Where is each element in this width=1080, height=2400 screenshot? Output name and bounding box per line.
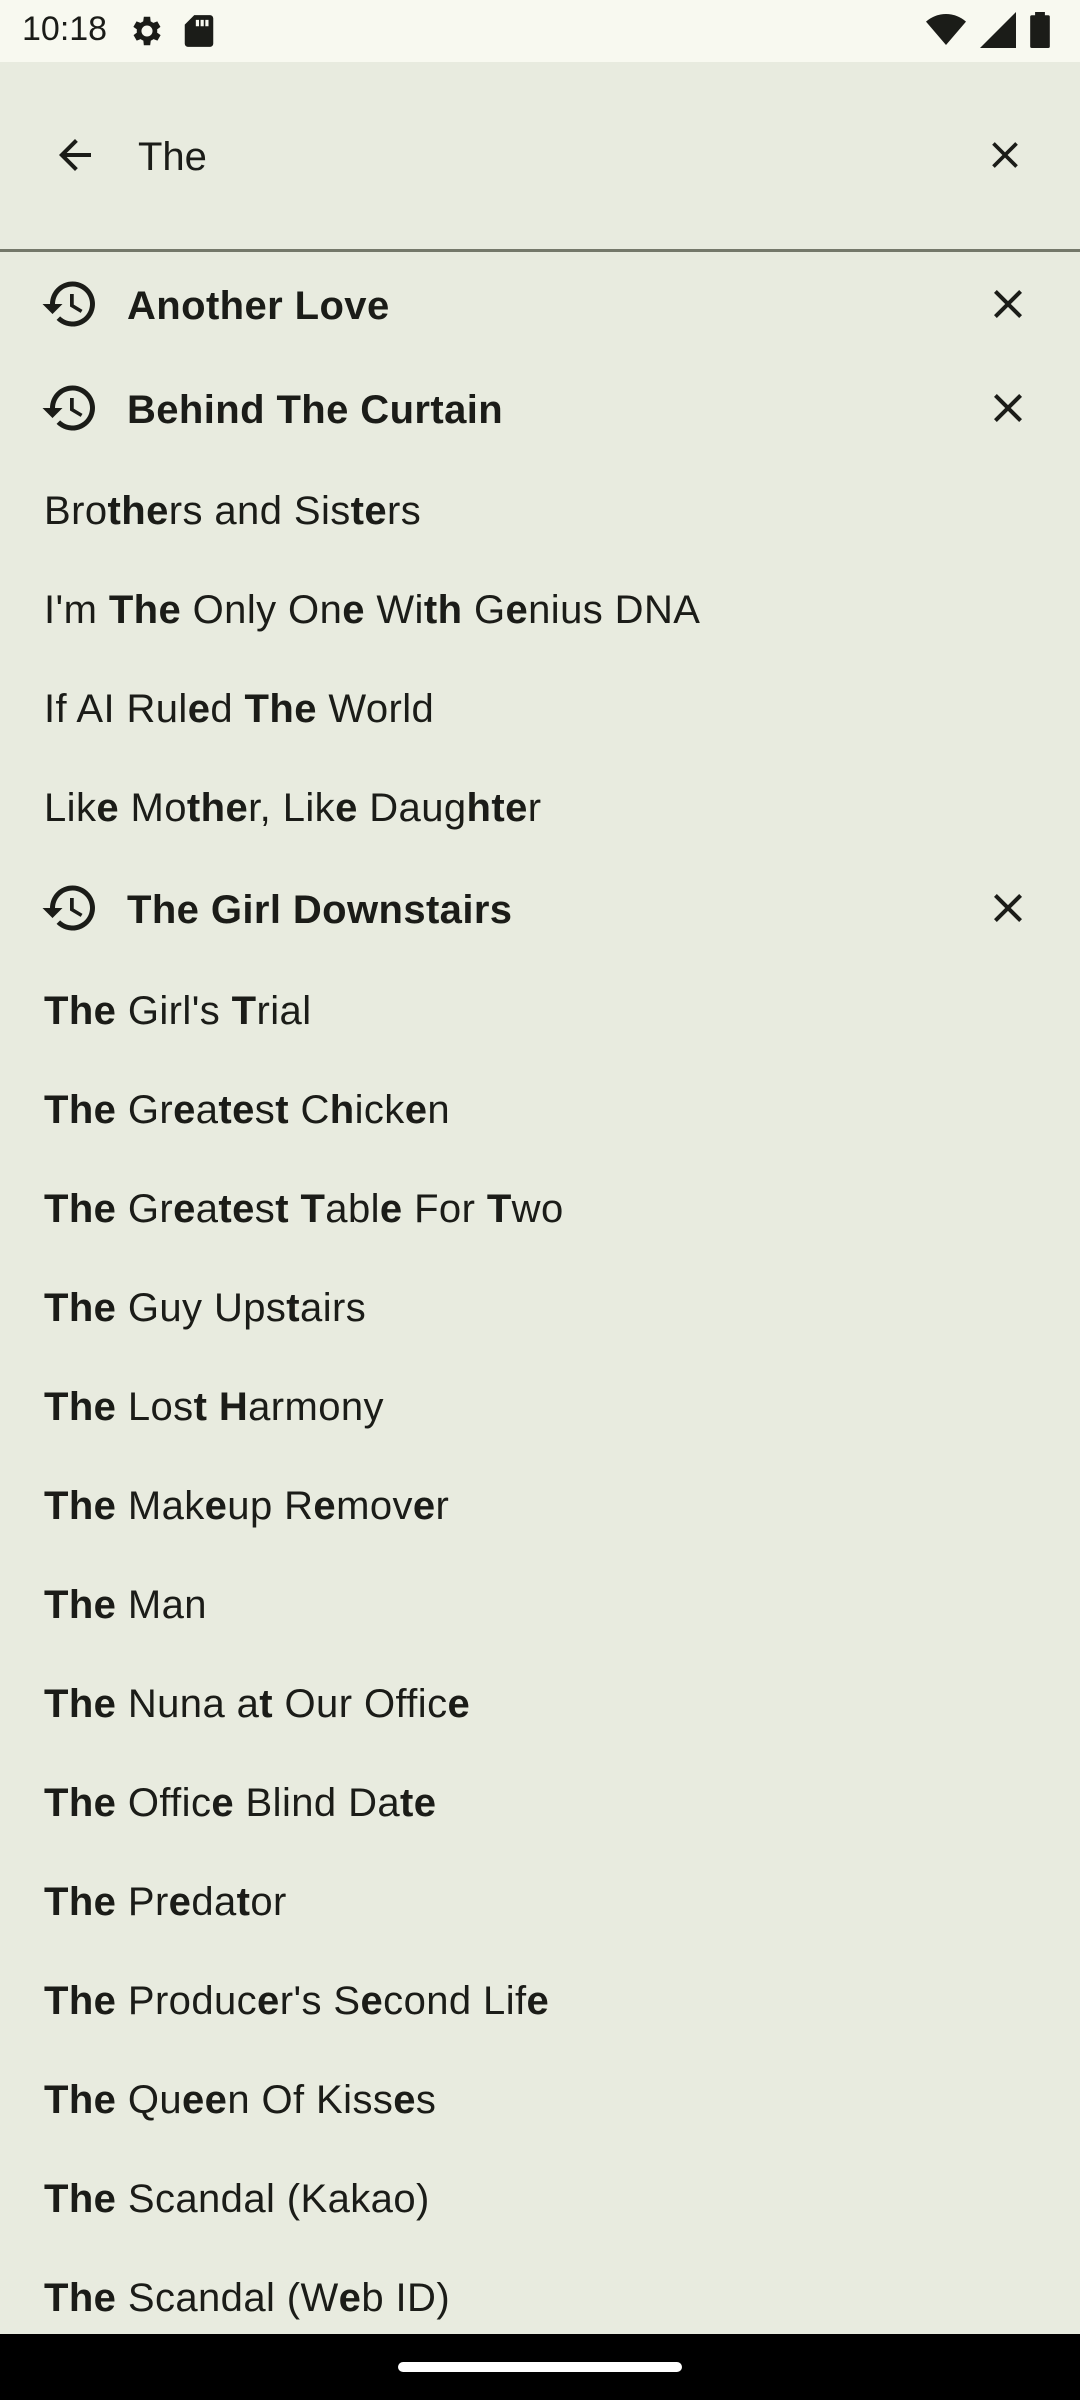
suggestion-item[interactable]: The Scandal (Kakao) bbox=[0, 2150, 1080, 2249]
back-button[interactable] bbox=[40, 122, 110, 192]
suggestion-item[interactable]: The Guy Upstairs bbox=[0, 1259, 1080, 1358]
history-icon bbox=[40, 878, 104, 942]
suggestion-item[interactable]: The Predator bbox=[0, 1853, 1080, 1952]
close-icon bbox=[984, 280, 1032, 333]
suggestion-text: Brothers and Sisters bbox=[44, 489, 422, 533]
suggestion-text: Like Mother, Like Daughter bbox=[44, 786, 542, 830]
suggestion-item[interactable]: The Greatest Chicken bbox=[0, 1061, 1080, 1160]
suggestion-item[interactable]: The Lost Harmony bbox=[0, 1358, 1080, 1457]
suggestion-item[interactable]: The Office Blind Date bbox=[0, 1754, 1080, 1853]
suggestion-text: The Guy Upstairs bbox=[44, 1286, 367, 1330]
status-time: 10:18 bbox=[22, 10, 108, 48]
suggestion-item[interactable]: Like Mother, Like Daughter bbox=[0, 759, 1080, 858]
suggestion-item[interactable]: The Girl's Trial bbox=[0, 962, 1080, 1061]
suggestion-item[interactable]: The Man bbox=[0, 1556, 1080, 1655]
wifi-icon bbox=[926, 12, 966, 53]
suggestion-text: The Man bbox=[44, 1583, 207, 1627]
suggestion-item[interactable]: The Producer's Second Life bbox=[0, 1952, 1080, 2051]
suggestion-text: Another Love bbox=[127, 283, 390, 328]
history-item[interactable]: Behind The Curtain bbox=[0, 358, 1080, 462]
suggestion-text: The Nuna at Our Office bbox=[44, 1682, 471, 1726]
suggestion-text: The Scandal (Kakao) bbox=[44, 2177, 430, 2221]
signal-icon bbox=[980, 12, 1016, 53]
suggestion-item[interactable]: The Nuna at Our Office bbox=[0, 1655, 1080, 1754]
close-icon bbox=[984, 884, 1032, 937]
suggestion-item[interactable]: The Makeup Remover bbox=[0, 1457, 1080, 1556]
remove-history-button[interactable] bbox=[976, 878, 1040, 942]
suggestion-text: The Lost Harmony bbox=[44, 1385, 384, 1429]
battery-icon bbox=[1030, 12, 1050, 53]
suggestion-item[interactable]: Brothers and Sisters bbox=[0, 462, 1080, 561]
suggestion-text: The Producer's Second Life bbox=[44, 1979, 550, 2023]
suggestion-text: The Greatest Table For Two bbox=[44, 1187, 564, 1231]
suggestion-text: The Predator bbox=[44, 1880, 287, 1924]
suggestion-text: Behind The Curtain bbox=[127, 387, 504, 432]
close-icon bbox=[983, 133, 1027, 182]
suggestion-text: I'm The Only One With Genius DNA bbox=[44, 588, 701, 632]
home-gesture-handle[interactable] bbox=[398, 2362, 682, 2372]
suggestion-item[interactable]: I'm The Only One With Genius DNA bbox=[0, 561, 1080, 660]
settings-icon bbox=[128, 12, 166, 55]
search-input[interactable] bbox=[138, 122, 938, 192]
remove-history-button[interactable] bbox=[976, 274, 1040, 338]
sd-card-icon bbox=[182, 12, 216, 55]
suggestion-text: The Girl Downstairs bbox=[127, 887, 513, 932]
suggestion-text: The Greatest Chicken bbox=[44, 1088, 451, 1132]
search-bar bbox=[0, 62, 1080, 252]
suggestion-text: The Queen Of Kisses bbox=[44, 2078, 437, 2122]
history-item[interactable]: Another Love bbox=[0, 254, 1080, 358]
suggestion-text: The Girl's Trial bbox=[44, 989, 312, 1033]
suggestion-text: The Office Blind Date bbox=[44, 1781, 437, 1825]
suggestions-list: Another Love Behind The Curtain Brothers a… bbox=[0, 254, 1080, 2334]
history-item[interactable]: The Girl Downstairs bbox=[0, 858, 1080, 962]
suggestion-item[interactable]: If AI Ruled The World bbox=[0, 660, 1080, 759]
history-icon bbox=[40, 378, 104, 442]
navigation-bar bbox=[0, 2334, 1080, 2400]
suggestion-item[interactable]: The Queen Of Kisses bbox=[0, 2051, 1080, 2150]
status-bar: 10:18 bbox=[0, 0, 1080, 62]
suggestion-text: The Makeup Remover bbox=[44, 1484, 450, 1528]
remove-history-button[interactable] bbox=[976, 378, 1040, 442]
clear-search-button[interactable] bbox=[970, 122, 1040, 192]
history-icon bbox=[40, 274, 104, 338]
suggestion-item[interactable]: The Scandal (Web ID) bbox=[0, 2249, 1080, 2334]
arrow-back-icon bbox=[51, 131, 99, 184]
close-icon bbox=[984, 384, 1032, 437]
suggestion-text: If AI Ruled The World bbox=[44, 687, 435, 731]
suggestion-text: The Scandal (Web ID) bbox=[44, 2276, 451, 2320]
suggestion-item[interactable]: The Greatest Table For Two bbox=[0, 1160, 1080, 1259]
